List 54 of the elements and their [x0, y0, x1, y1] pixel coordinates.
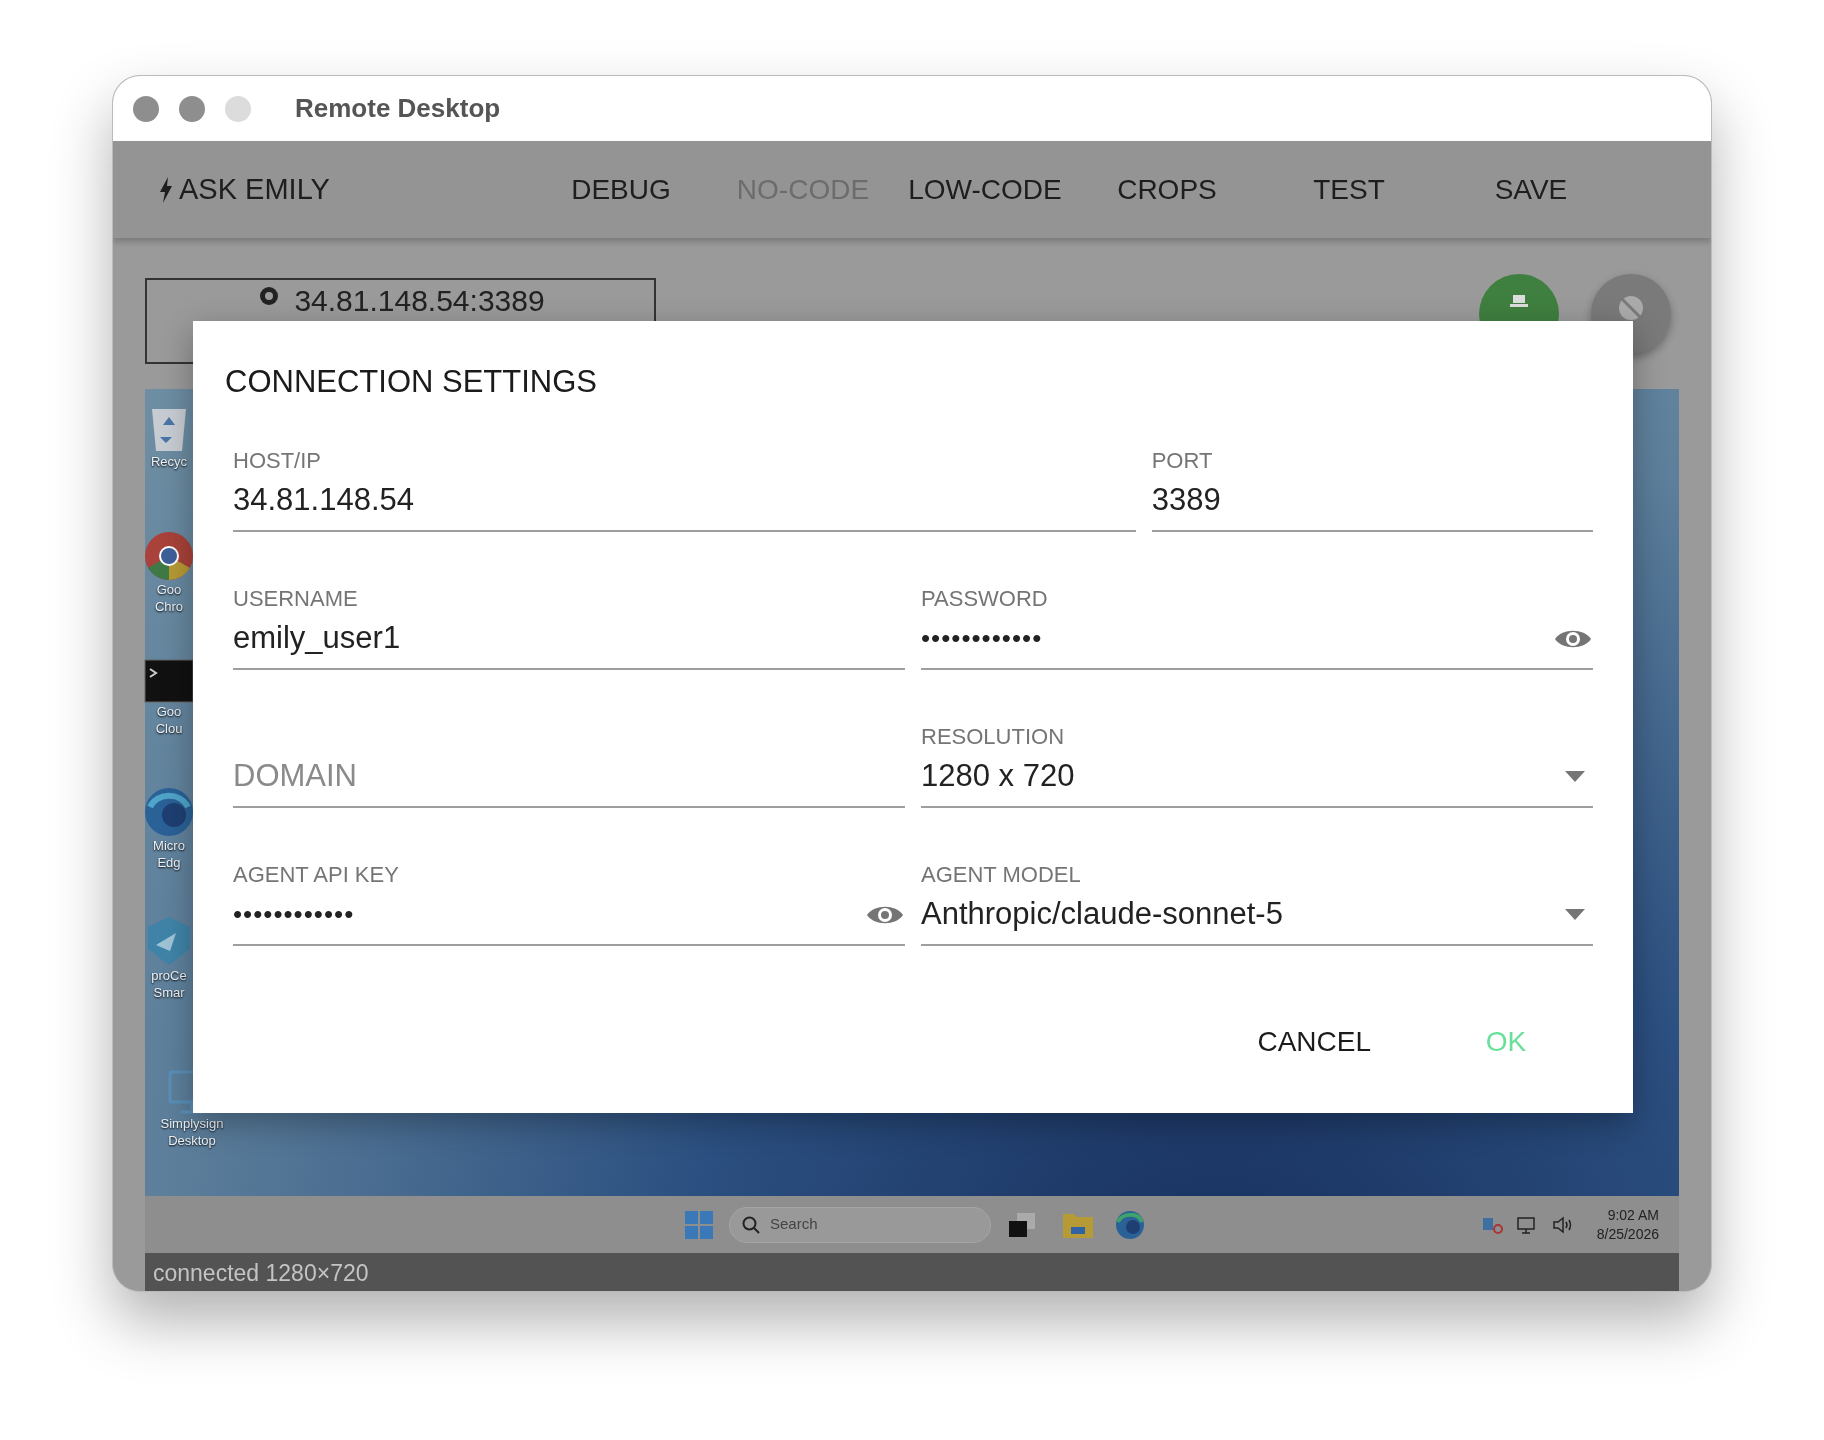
- cancel-button[interactable]: CANCEL: [1237, 1011, 1391, 1073]
- search-placeholder: Search: [770, 1214, 818, 1235]
- minimize-window-button[interactable]: [179, 95, 205, 122]
- clock-date: 8/25/2026: [1596, 1224, 1659, 1244]
- field-label: HOST/IP: [233, 449, 321, 472]
- password-field[interactable]: ••••••••••••: [921, 619, 1553, 658]
- toolbar-tab[interactable]: CROPS: [1075, 168, 1258, 211]
- close-window-button[interactable]: [133, 95, 159, 122]
- input-field[interactable]: DOMAIN: [233, 753, 905, 800]
- field-label: AGENT API KEY: [233, 863, 399, 886]
- toolbar-tab[interactable]: TEST: [1257, 168, 1440, 211]
- desktop-icon-label: Goo: [156, 581, 182, 598]
- toolbar-tab[interactable]: SAVE: [1439, 168, 1622, 211]
- dropdown-caret-icon: [1565, 908, 1585, 921]
- browser-icon[interactable]: [144, 531, 194, 581]
- status-text: connected 1280×720: [153, 1258, 369, 1288]
- terminal-icon[interactable]: [144, 659, 194, 703]
- toolbar-tab[interactable]: DEBUG: [529, 168, 712, 211]
- search-icon: [742, 1215, 760, 1234]
- desktop-icon-label: Recyc: [150, 453, 188, 470]
- desktop-icon-label: proCe: [151, 967, 187, 984]
- desktop-icon-label: Chro: [154, 598, 184, 615]
- desktop-icon-label: Edg: [157, 854, 181, 871]
- clock-time: 9:02 AM: [1607, 1205, 1659, 1225]
- folder-icon[interactable]: [1063, 1211, 1093, 1238]
- dropdown-field[interactable]: Anthropic/claude-sonnet-5: [921, 891, 1565, 938]
- input-field[interactable]: 34.81.148.54: [233, 477, 1136, 524]
- taskbar-search-field[interactable]: Search: [729, 1206, 991, 1243]
- input-field[interactable]: emily_user1: [233, 615, 905, 662]
- field-label: RESOLUTION: [921, 725, 1065, 748]
- desktop-icon-label: Desktop: [168, 1132, 216, 1149]
- dropdown-field[interactable]: 1280 x 720: [921, 753, 1565, 800]
- field-label: PASSWORD: [921, 587, 1048, 610]
- browser-swirl-icon[interactable]: [144, 787, 194, 837]
- field-label: PORT: [1151, 449, 1213, 472]
- laptop-icon: [1510, 294, 1528, 308]
- field-label: USERNAME: [233, 587, 358, 610]
- desktop-icon-label: Smar: [153, 984, 185, 1001]
- dialog-title: CONNECTION SETTINGS: [225, 363, 598, 401]
- desktop-icon-label: Goo: [156, 703, 182, 720]
- dropdown-caret-icon: [1565, 770, 1585, 783]
- toolbar-tab[interactable]: LOW-CODE: [893, 168, 1076, 211]
- desktop-icon-label: Clou: [155, 720, 183, 737]
- input-field[interactable]: 3389: [1151, 477, 1593, 524]
- desktop-icon-label: Micro: [153, 837, 185, 854]
- browser-swirl-icon[interactable]: [1115, 1209, 1145, 1240]
- ask-button[interactable]: ASK EMILY: [159, 167, 330, 212]
- shield-icon[interactable]: [146, 915, 192, 967]
- window-title: Remote Desktop: [295, 92, 501, 125]
- task-view-icon[interactable]: [1009, 1212, 1035, 1237]
- field-label: AGENT MODEL: [921, 863, 1081, 886]
- desktop-icon-label: Simplysign: [160, 1115, 224, 1132]
- lightning-icon: [159, 176, 173, 203]
- password-field[interactable]: ••••••••••••: [233, 895, 865, 934]
